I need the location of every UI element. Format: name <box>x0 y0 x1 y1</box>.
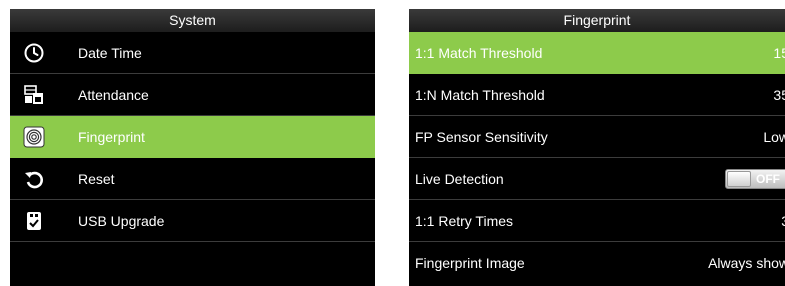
menu-item-fingerprint[interactable]: Fingerprint <box>10 116 375 158</box>
menu-item-attendance[interactable]: Attendance <box>10 74 375 116</box>
fingerprint-settings-screen: Fingerprint 1:1 Match Threshold 15 1:N M… <box>409 9 785 286</box>
setting-value: 15 <box>773 45 785 61</box>
setting-value: Always show <box>708 255 785 271</box>
live-detection-toggle[interactable]: OFF <box>725 169 785 189</box>
menu-item-label: Date Time <box>78 45 142 61</box>
screen-title: System <box>10 9 375 32</box>
setting-value: Low <box>763 129 785 145</box>
setting-label: 1:1 Retry Times <box>415 213 514 229</box>
toggle-state-text: OFF <box>756 172 780 186</box>
reset-icon <box>22 167 46 191</box>
clock-icon <box>22 41 46 65</box>
usb-upgrade-icon <box>22 209 46 233</box>
setting-label: Live Detection <box>415 171 504 187</box>
toggle-knob <box>727 171 751 187</box>
menu-item-label: USB Upgrade <box>78 213 165 229</box>
setting-1-1-match-threshold[interactable]: 1:1 Match Threshold 15 <box>409 32 785 74</box>
setting-label: Fingerprint Image <box>415 255 525 271</box>
setting-label: 1:N Match Threshold <box>415 87 545 103</box>
setting-fp-sensor-sensitivity[interactable]: FP Sensor Sensitivity Low <box>409 116 785 158</box>
screen-title: Fingerprint <box>409 9 785 32</box>
menu-item-reset[interactable]: Reset <box>10 158 375 200</box>
empty-row <box>10 242 375 284</box>
menu-item-label: Fingerprint <box>78 129 145 145</box>
setting-1-n-match-threshold[interactable]: 1:N Match Threshold 35 <box>409 74 785 116</box>
setting-1-1-retry-times[interactable]: 1:1 Retry Times 3 <box>409 200 785 242</box>
setting-label: 1:1 Match Threshold <box>415 45 543 61</box>
menu-item-label: Reset <box>78 171 115 187</box>
system-menu-screen: System Date Time Attendance Fingerprint … <box>10 9 375 286</box>
setting-label: FP Sensor Sensitivity <box>415 129 548 145</box>
attendance-icon <box>22 83 46 107</box>
setting-value: 35 <box>773 87 785 103</box>
fingerprint-icon <box>22 125 46 149</box>
setting-live-detection[interactable]: Live Detection OFF <box>409 158 785 200</box>
setting-fingerprint-image[interactable]: Fingerprint Image Always show <box>409 242 785 284</box>
setting-value: 3 <box>781 200 785 242</box>
menu-item-label: Attendance <box>78 87 149 103</box>
menu-item-usb-upgrade[interactable]: USB Upgrade <box>10 200 375 242</box>
menu-item-date-time[interactable]: Date Time <box>10 32 375 74</box>
